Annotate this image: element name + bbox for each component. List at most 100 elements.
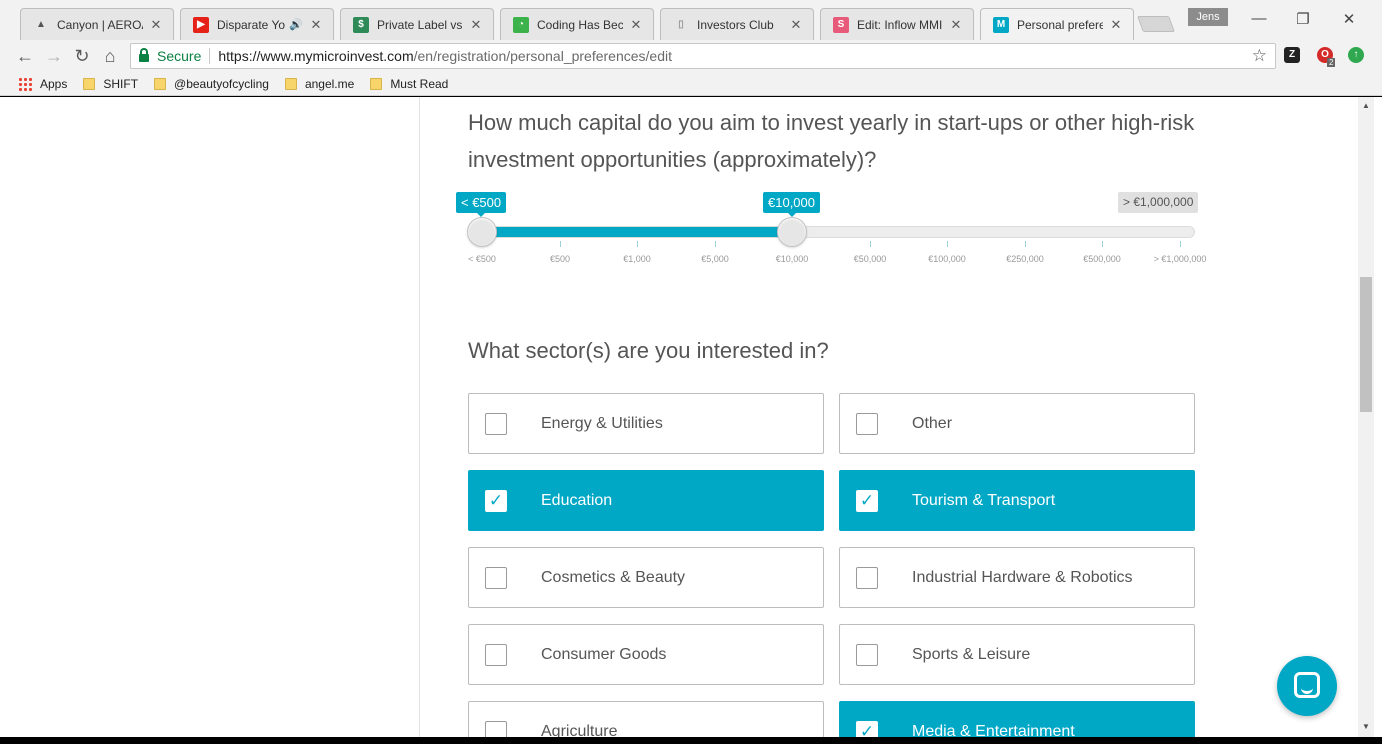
sector-label: Media & Entertainment — [912, 722, 1075, 738]
close-window-icon[interactable]: ✕ — [1326, 10, 1372, 28]
page-scrollbar[interactable]: ▲ ▼ — [1358, 97, 1374, 737]
checkbox-checked-icon[interactable]: ✓ — [856, 720, 878, 737]
tab-title: Coding Has Becom — [537, 17, 623, 32]
home-icon[interactable]: ⌂ — [98, 44, 122, 68]
slider-tick-label: €50,000 — [853, 254, 887, 264]
checkbox-icon[interactable] — [485, 412, 507, 435]
update-icon[interactable]: ↑ — [1348, 47, 1364, 63]
profile-button[interactable]: Jens — [1188, 8, 1228, 26]
sector-label: Tourism & Transport — [912, 491, 1056, 509]
browser-tab[interactable]: $ Private Label vs Re ✕ — [340, 8, 494, 40]
bookmark-star-icon[interactable]: ☆ — [1252, 46, 1267, 66]
slider-tick-label: €250,000 — [1006, 254, 1044, 264]
sector-option[interactable]: Other — [839, 393, 1195, 454]
kindle-icon[interactable]: Z — [1284, 47, 1300, 63]
checkbox-icon[interactable] — [856, 566, 878, 589]
close-tab-icon[interactable]: ✕ — [149, 17, 163, 33]
slider-tick-label: €1,000 — [623, 254, 651, 264]
bookmark-item[interactable]: Must Read — [370, 77, 448, 91]
tab-strip: ▲ Canyon | AEROAD ✕ ▶ Disparate Youth🔊 ✕ $ Priv… — [0, 0, 1382, 40]
sector-option[interactable]: Agriculture — [468, 701, 824, 737]
sector-label: Cosmetics & Beauty — [541, 568, 686, 586]
address-divider — [209, 48, 211, 64]
audio-playing-icon[interactable]: 🔊 — [289, 18, 303, 31]
sector-option[interactable]: Cosmetics & Beauty — [468, 547, 824, 608]
sector-option[interactable]: Industrial Hardware & Robotics — [839, 547, 1195, 608]
browser-tab[interactable]: ▲ Canyon | AEROAD ✕ — [20, 8, 174, 40]
bookmark-label: angel.me — [304, 76, 355, 91]
close-tab-icon[interactable]: ✕ — [1109, 17, 1123, 33]
back-arrow-icon[interactable]: ← — [13, 44, 37, 68]
browser-tab[interactable]: S Edit: Inflow MMI - ✕ — [820, 8, 974, 40]
close-tab-icon[interactable]: ✕ — [789, 17, 803, 33]
slider-tick-label: €5,000 — [701, 254, 729, 264]
scrollbar-thumb[interactable] — [1360, 277, 1372, 412]
browser-tab[interactable]: ◔ Coding Has Becom ✕ — [500, 8, 654, 40]
tab-title: Personal preferenc — [1017, 17, 1103, 32]
folder-icon — [284, 77, 297, 90]
apps-grid-icon — [18, 76, 32, 91]
bookmark-label: Must Read — [390, 76, 449, 91]
dollar-icon: $ — [353, 16, 369, 33]
close-tab-icon[interactable]: ✕ — [629, 17, 643, 33]
sector-option[interactable]: ✓ Tourism & Transport — [839, 470, 1195, 531]
bookmarks-bar: Apps SHIFT @beautyofcycling angel.me Must Re… — [0, 72, 1382, 96]
minimize-icon[interactable]: — — [1236, 10, 1282, 27]
browser-tab[interactable]: ▯ Investors Club ✕ — [660, 8, 814, 40]
bookmark-item[interactable]: angel.me — [284, 76, 355, 91]
tab-title: Disparate Youth — [217, 17, 286, 32]
lock-icon — [139, 48, 149, 62]
checkbox-checked-icon[interactable]: ✓ — [485, 489, 507, 512]
new-tab-button[interactable] — [1137, 16, 1175, 32]
chat-launcher-button[interactable] — [1277, 656, 1337, 716]
folder-icon — [370, 77, 383, 90]
address-bar[interactable]: Secure https://www.mymicroinvest.com/en/… — [130, 43, 1276, 69]
close-tab-icon[interactable]: ✕ — [309, 17, 323, 33]
checkbox-icon[interactable] — [485, 720, 507, 737]
tab-title: Private Label vs Re — [377, 17, 463, 32]
scroll-up-arrow-icon[interactable]: ▲ — [1358, 101, 1374, 110]
slider-max-handle[interactable] — [777, 217, 807, 247]
slider-tick — [560, 241, 561, 247]
slider-tick-label: €500 — [549, 254, 571, 264]
close-tab-icon[interactable]: ✕ — [949, 17, 963, 33]
checkbox-icon[interactable] — [485, 566, 507, 589]
sector-label: Sports & Leisure — [912, 645, 1031, 663]
checkbox-icon[interactable] — [856, 412, 878, 435]
checkbox-icon[interactable] — [485, 643, 507, 666]
bookmark-item[interactable]: @beautyofcycling — [154, 77, 269, 91]
slider-current-badge: €10,000 — [763, 192, 820, 217]
slider-tick — [947, 241, 948, 247]
m-icon: M — [993, 16, 1009, 33]
slider-tick-label: €100,000 — [928, 254, 966, 264]
slider-tick-label: €10,000 — [775, 254, 809, 264]
slider-tick — [1102, 241, 1103, 247]
reload-icon[interactable]: ↻ — [70, 44, 94, 68]
checkbox-checked-icon[interactable]: ✓ — [856, 489, 878, 512]
browser-tab[interactable]: M Personal preferenc ✕ — [980, 8, 1134, 40]
page-content: How much capital do you aim to invest ye… — [0, 97, 1382, 737]
tab-title: Edit: Inflow MMI - — [857, 17, 943, 32]
s-icon: S — [833, 16, 849, 33]
bookmark-item[interactable]: Apps — [10, 76, 67, 91]
sector-option[interactable]: Consumer Goods — [468, 624, 824, 685]
close-tab-icon[interactable]: ✕ — [469, 17, 483, 33]
checkbox-icon[interactable] — [856, 643, 878, 666]
sector-option[interactable]: Energy & Utilities — [468, 393, 824, 454]
sector-option[interactable]: ✓ Education — [468, 470, 824, 531]
scroll-down-arrow-icon[interactable]: ▼ — [1358, 722, 1374, 731]
forward-arrow-icon[interactable]: → — [42, 44, 66, 68]
bookmark-item[interactable]: SHIFT — [83, 77, 138, 91]
document-icon: ▯ — [678, 19, 684, 30]
sector-label: Agriculture — [541, 722, 618, 738]
slider-min-handle[interactable] — [467, 217, 497, 247]
sector-option[interactable]: ✓ Media & Entertainment — [839, 701, 1195, 737]
mountain-icon: ▲ — [36, 19, 46, 30]
sector-option[interactable]: Sports & Leisure — [839, 624, 1195, 685]
secure-label: Secure — [157, 48, 202, 64]
url-path: /en/registration/personal_preferences/ed… — [413, 48, 673, 64]
folder-icon — [83, 77, 96, 90]
browser-tab[interactable]: ▶ Disparate Youth🔊 ✕ — [180, 8, 334, 40]
slider-tick-label: > €1,000,000 — [1153, 254, 1207, 264]
restore-icon[interactable]: ❐ — [1280, 10, 1326, 28]
